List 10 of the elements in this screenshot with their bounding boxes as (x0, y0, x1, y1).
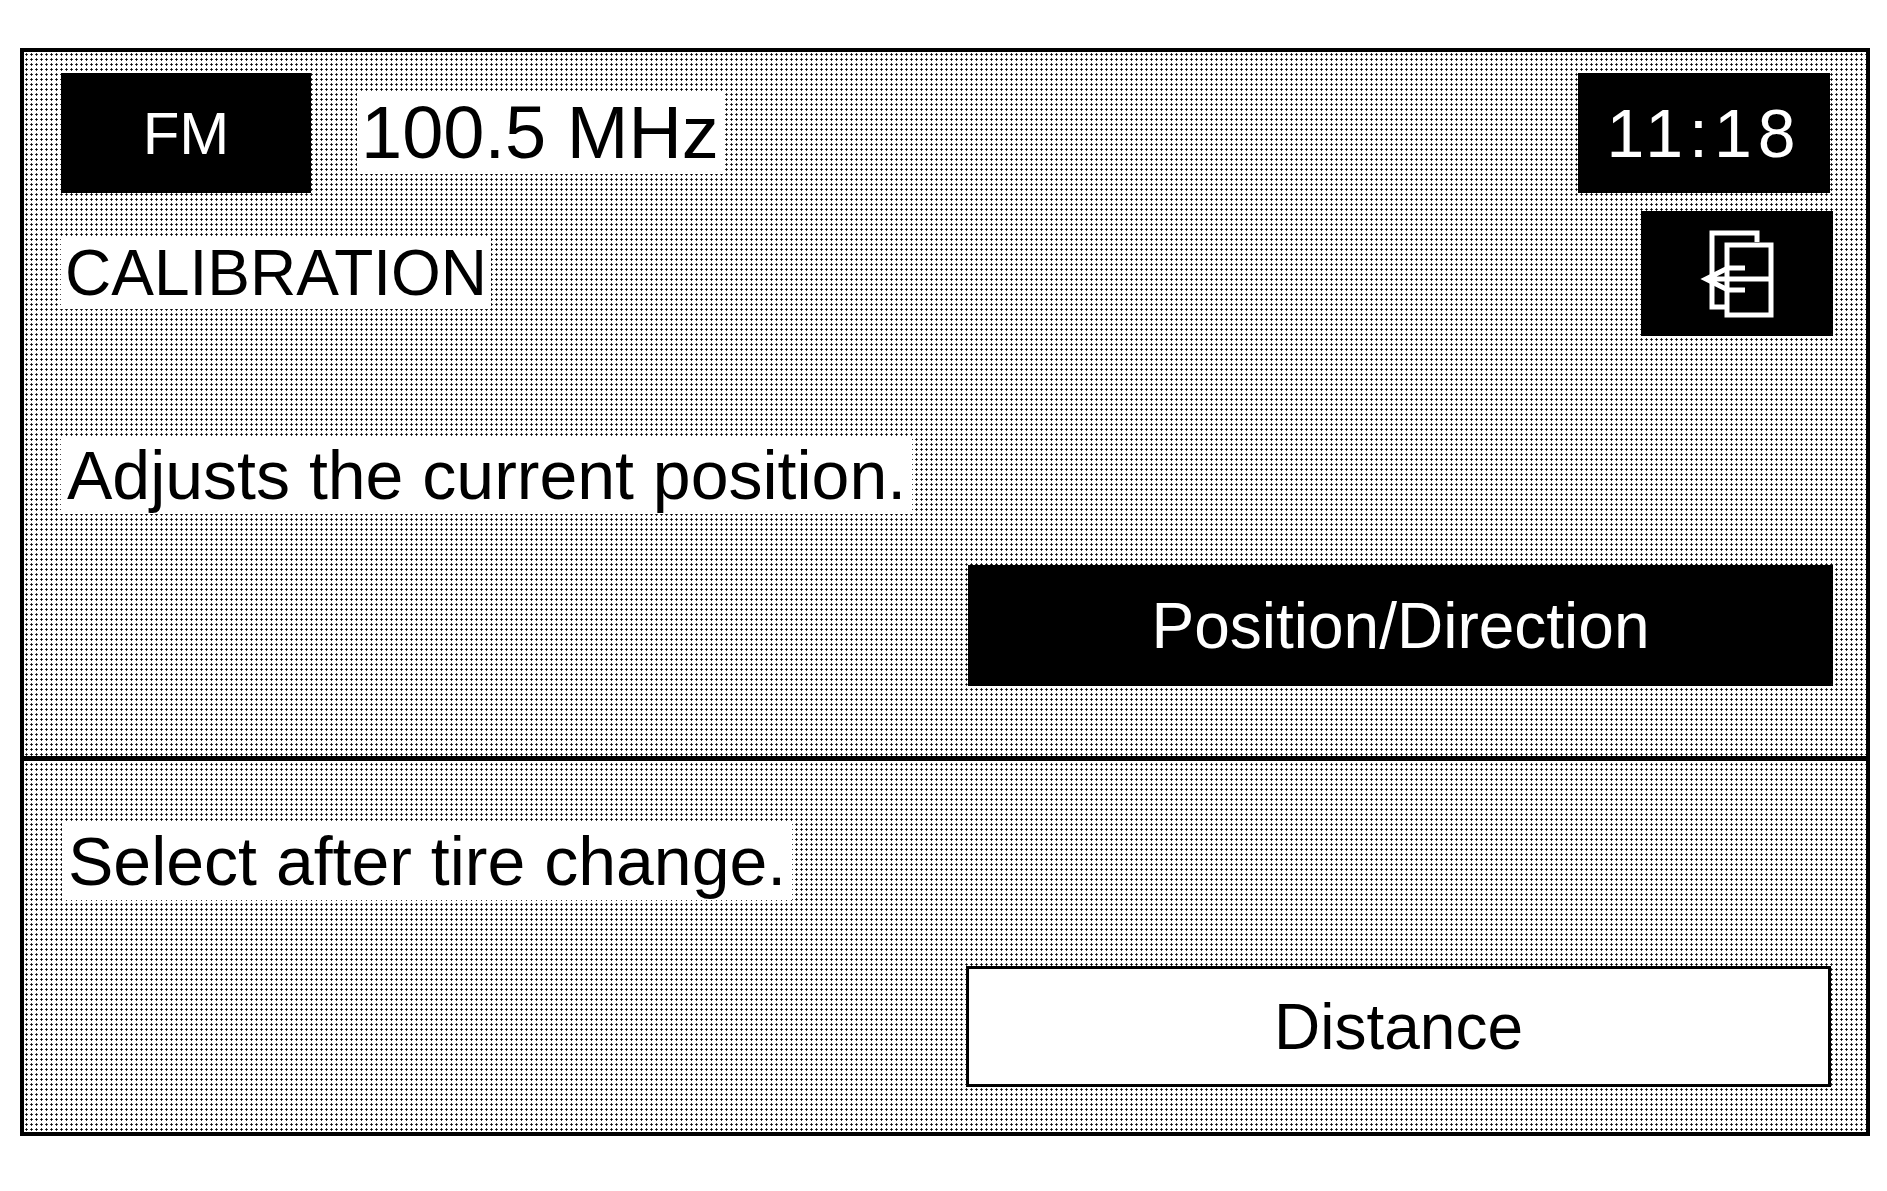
screen-title: CALIBRATION (61, 238, 491, 309)
clock-text: 11:18 (1578, 73, 1830, 193)
description-text: Select after tire change. (62, 822, 793, 901)
description-text: Adjusts the current position. (61, 436, 913, 515)
option-button[interactable]: Distance (966, 966, 1831, 1088)
band-label: FM (61, 73, 311, 193)
option-button[interactable]: Position/Direction (968, 565, 1833, 687)
frequency-text: 100.5 MHz (357, 92, 723, 174)
return-arrow-icon (1700, 229, 1774, 318)
back-button[interactable] (1641, 211, 1833, 336)
